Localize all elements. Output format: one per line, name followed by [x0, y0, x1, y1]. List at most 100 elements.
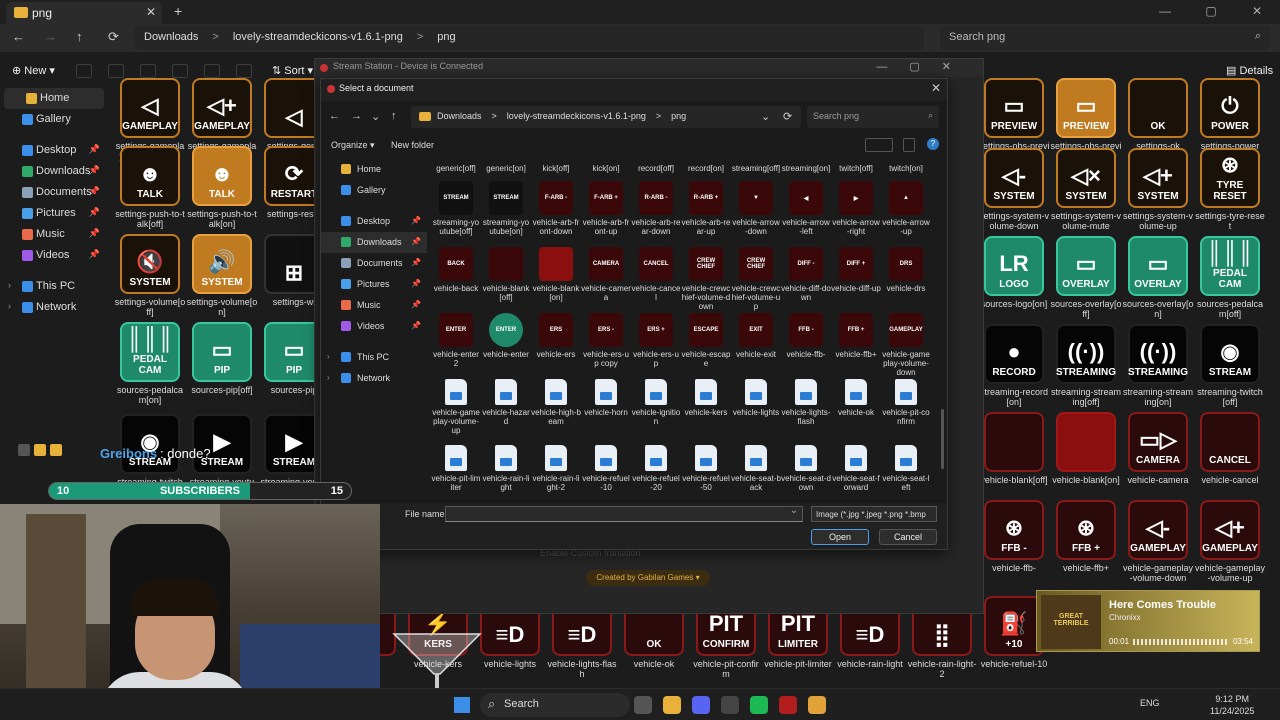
back-icon[interactable]: ← — [12, 29, 25, 44]
icon-tile[interactable]: ║║║ PEDAL CAM sources-pedalcam[off] — [1194, 236, 1266, 319]
icon-tile[interactable]: ║║║ PEDAL CAM sources-pedalcam[on] — [114, 322, 186, 405]
icon-tile[interactable]: ◁- SYSTEM settings-system-volume-down — [978, 148, 1050, 231]
icon-tile[interactable]: ▭ PIP sources-pip[off] — [186, 322, 258, 395]
view-options-icon[interactable] — [865, 138, 893, 152]
file-item[interactable]: F-ARB - vehicle-arb-front-down — [531, 181, 581, 236]
organize-button[interactable]: Organize ▾ — [331, 140, 375, 151]
file-item[interactable]: vehicle-pit-confirm — [881, 379, 931, 426]
share-icon[interactable] — [204, 64, 220, 78]
language-indicator[interactable]: ENG — [1140, 698, 1160, 708]
file-item[interactable]: vehicle-lights-flash — [781, 379, 831, 426]
file-item[interactable]: vehicle-pit-limiter — [431, 445, 481, 492]
file-item[interactable]: ESCAPE vehicle-escape — [681, 313, 731, 368]
file-item[interactable]: ERS - vehicle-ers-up copy — [581, 313, 631, 368]
icon-tile[interactable]: ▭▷ CAMERA vehicle-camera — [1122, 412, 1194, 485]
file-item[interactable]: vehicle-seat-left — [881, 445, 931, 492]
file-item[interactable]: vehicle-refuel-20 — [631, 445, 681, 492]
file-item[interactable]: record[off] — [631, 161, 681, 173]
new-button[interactable]: ⊕ New ▾ — [12, 64, 55, 77]
refresh-icon[interactable]: ⟳ — [108, 29, 119, 45]
taskbar-search[interactable]: Search — [480, 693, 630, 717]
file-item[interactable]: vehicle-kers — [681, 379, 731, 417]
new-folder-button[interactable]: New folder — [391, 140, 434, 150]
file-item[interactable]: vehicle-blank[on] — [531, 247, 581, 302]
icon-tile[interactable]: ◁× SYSTEM settings-system-volume-mute — [1050, 148, 1122, 231]
copy-icon[interactable] — [108, 64, 124, 78]
file-item[interactable]: BACK vehicle-back — [431, 247, 481, 293]
up-icon[interactable]: ↑ — [391, 110, 397, 122]
dialog-breadcrumb-item[interactable]: png — [671, 111, 686, 121]
file-explorer-icon[interactable] — [663, 696, 681, 714]
address-dropdown-icon[interactable]: ⌄ — [761, 110, 770, 123]
icon-tile[interactable]: ⊛ TYRE RESET settings-tyre-reset — [1194, 148, 1266, 231]
icon-tile[interactable]: vehicle-blank[off] — [978, 412, 1050, 485]
chevron-right-icon[interactable]: › — [8, 280, 11, 290]
file-item[interactable]: kick[off] — [531, 161, 581, 173]
file-item[interactable]: vehicle-refuel-50 — [681, 445, 731, 492]
file-item[interactable]: CREW CHIEF vehicle-crewchief-volume-up — [731, 247, 781, 311]
back-icon[interactable]: ← — [329, 110, 340, 122]
paste-icon[interactable] — [140, 64, 156, 78]
file-item[interactable]: vehicle-horn — [581, 379, 631, 417]
dialog-breadcrumb-item[interactable]: lovely-streamdeckicons-v1.6.1-png — [507, 111, 646, 121]
sidebar-item[interactable]: › This PC — [321, 347, 427, 368]
sidebar-item[interactable]: Gallery — [321, 180, 427, 201]
icon-tile[interactable]: 🔇 SYSTEM settings-volume[off] — [114, 234, 186, 317]
sidebar-item[interactable]: › Network — [321, 368, 427, 389]
cancel-button[interactable]: Cancel — [879, 529, 937, 545]
refresh-icon[interactable]: ⟳ — [783, 110, 792, 123]
file-item[interactable]: ENTER vehicle-enter 2 — [431, 313, 481, 368]
file-item[interactable]: streaming[off] — [731, 161, 781, 173]
search-input[interactable]: Search png ⌕ — [940, 26, 1270, 50]
discord-icon[interactable] — [692, 696, 710, 714]
forward-icon[interactable]: → — [44, 29, 57, 44]
file-item[interactable]: R-ARB - vehicle-arb-rear-down — [631, 181, 681, 236]
file-item[interactable]: vehicle-gameplay-volume-up — [431, 379, 481, 435]
icon-tile[interactable]: 🔊 SYSTEM settings-volume[on] — [186, 234, 258, 317]
stream-station-icon[interactable] — [779, 696, 797, 714]
sidebar-item[interactable]: Home — [4, 88, 104, 109]
file-item[interactable]: FFB + vehicle-ffb+ — [831, 313, 881, 359]
help-icon[interactable]: ? — [927, 138, 939, 150]
new-tab-icon[interactable]: + — [174, 3, 182, 19]
icon-tile[interactable]: ☻ TALK settings-push-to-talk[off] — [114, 146, 186, 229]
icon-tile[interactable]: OK settings-ok — [1122, 78, 1194, 151]
file-item[interactable]: FFB - vehicle-ffb- — [781, 313, 831, 359]
sidebar-item[interactable]: Gallery — [0, 109, 108, 130]
sidebar-item[interactable]: › Network — [0, 297, 108, 318]
file-item[interactable]: DIFF + vehicle-diff-up — [831, 247, 881, 293]
icon-tile[interactable]: ◁- GAMEPLAY vehicle-gameplay-volume-down — [1122, 500, 1194, 583]
delete-icon[interactable] — [236, 64, 252, 78]
file-item[interactable]: vehicle-seat-forward — [831, 445, 881, 492]
file-item[interactable]: DRS vehicle-drs — [881, 247, 931, 293]
file-item[interactable]: ERS vehicle-ers — [531, 313, 581, 359]
close-tab-icon[interactable]: ✕ — [146, 5, 156, 19]
icon-tile[interactable]: ⏻ POWER settings-power — [1194, 78, 1266, 151]
sidebar-item[interactable]: Downloads 📌 — [0, 161, 108, 182]
file-item[interactable]: vehicle-ignition — [631, 379, 681, 426]
icon-tile[interactable]: ◁+ SYSTEM settings-system-volume-up — [1122, 148, 1194, 231]
file-item[interactable]: vehicle-rain-light — [481, 445, 531, 492]
sidebar-item[interactable]: Music 📌 — [321, 295, 427, 316]
stream-station-window-controls[interactable]: —▢✕ — [876, 60, 973, 73]
spotify-icon[interactable] — [750, 696, 768, 714]
clock[interactable]: 9:12 PM 11/24/2025 — [1210, 693, 1254, 717]
file-item[interactable]: vehicle-ok — [831, 379, 881, 417]
breadcrumb-item[interactable]: Downloads — [144, 31, 198, 43]
file-item[interactable]: vehicle-refuel-10 — [581, 445, 631, 492]
file-item[interactable]: vehicle-rain-light-2 — [531, 445, 581, 492]
file-item[interactable]: CAMERA vehicle-camera — [581, 247, 631, 302]
file-item[interactable]: CREW CHIEF vehicle-crewchief-volume-down — [681, 247, 731, 311]
file-item[interactable]: STREAM streaming-youtube[on] — [481, 181, 531, 236]
file-type-select[interactable]: Image (*.jpg *.jpeg *.png *.bmp — [811, 506, 937, 522]
forward-icon[interactable]: → — [351, 110, 362, 122]
cut-icon[interactable] — [76, 64, 92, 78]
close-icon[interactable]: ✕ — [1234, 0, 1280, 22]
tab-png[interactable]: png ✕ — [6, 2, 162, 24]
file-item[interactable]: kick[on] — [581, 161, 631, 173]
sidebar-item[interactable]: Desktop 📌 — [0, 140, 108, 161]
start-icon[interactable] — [454, 697, 470, 713]
file-item[interactable]: generic[on] — [481, 161, 531, 173]
file-item[interactable]: ▼ vehicle-arrow-down — [731, 181, 781, 236]
maximize-icon[interactable]: ▢ — [1188, 0, 1234, 22]
